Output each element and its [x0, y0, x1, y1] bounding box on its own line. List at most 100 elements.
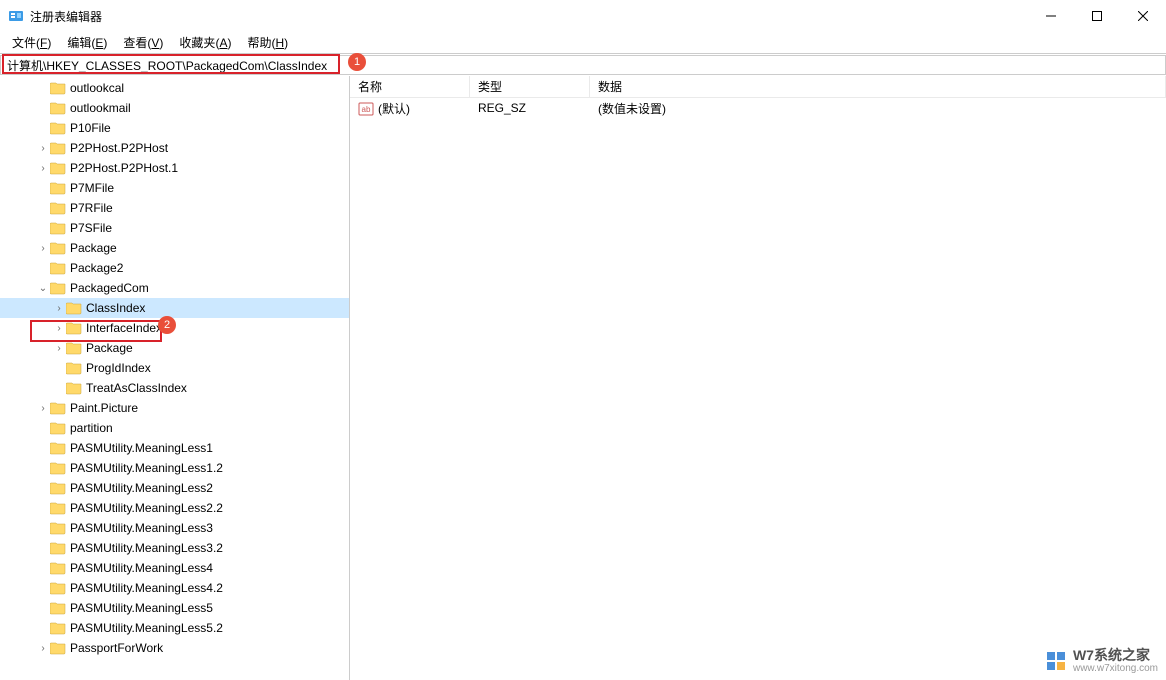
tree-node[interactable]: › InterfaceIndex [0, 318, 349, 338]
tree-node[interactable]: ›PASMUtility.MeaningLess4.2 [0, 578, 349, 598]
folder-icon [50, 141, 66, 155]
tree-node[interactable]: ⌄PackagedCom [0, 278, 349, 298]
folder-icon [50, 601, 66, 615]
folder-icon [50, 621, 66, 635]
tree-node[interactable]: ›Package2 [0, 258, 349, 278]
value-data: (数值未设置) [590, 98, 1166, 119]
tree-node[interactable]: ›PASMUtility.MeaningLess1.2 [0, 458, 349, 478]
tree-node-label: PASMUtility.MeaningLess1.2 [70, 461, 223, 475]
chevron-right-icon[interactable]: › [36, 143, 50, 154]
folder-icon [50, 561, 66, 575]
values-header: 名称 类型 数据 [350, 76, 1166, 98]
folder-icon [50, 541, 66, 555]
tree-node[interactable]: ›ClassIndex [0, 298, 349, 318]
folder-icon [50, 81, 66, 95]
chevron-right-icon[interactable]: › [52, 343, 66, 354]
chevron-right-icon[interactable]: › [36, 163, 50, 174]
menu-favorites[interactable]: 收藏夹(A) [171, 34, 239, 51]
tree-node-label: partition [70, 421, 113, 435]
folder-icon [50, 441, 66, 455]
tree-node[interactable]: ›PASMUtility.MeaningLess3.2 [0, 538, 349, 558]
folder-icon [50, 161, 66, 175]
tree-node[interactable]: ›PASMUtility.MeaningLess1 [0, 438, 349, 458]
chevron-right-icon[interactable]: › [52, 303, 66, 314]
chevron-right-icon[interactable]: › [36, 403, 50, 414]
tree-node[interactable]: ›PASMUtility.MeaningLess5.2 [0, 618, 349, 638]
tree-node-label: P10File [70, 121, 111, 135]
tree-node[interactable]: ›PASMUtility.MeaningLess2 [0, 478, 349, 498]
tree-node-label: PASMUtility.MeaningLess3 [70, 521, 213, 535]
chevron-down-icon[interactable]: ⌄ [36, 283, 50, 294]
folder-icon [66, 321, 82, 335]
column-name[interactable]: 名称 [350, 76, 470, 98]
values-pane[interactable]: 名称 类型 数据 ab(默认)REG_SZ(数值未设置) [350, 76, 1166, 680]
tree-node-label: TreatAsClassIndex [86, 381, 187, 395]
close-button[interactable] [1120, 0, 1166, 32]
tree-node-label: PASMUtility.MeaningLess5 [70, 601, 213, 615]
chevron-right-icon[interactable]: › [36, 643, 50, 654]
tree-node-label: P2PHost.P2PHost.1 [70, 161, 178, 175]
titlebar: 注册表编辑器 [0, 0, 1166, 32]
regedit-icon [8, 8, 24, 24]
tree-node-label: PASMUtility.MeaningLess2.2 [70, 501, 223, 515]
tree-node[interactable]: ›PASMUtility.MeaningLess4 [0, 558, 349, 578]
tree-node-label: PassportForWork [70, 641, 163, 655]
chevron-right-icon[interactable]: › [52, 323, 66, 334]
menu-help[interactable]: 帮助(H) [239, 34, 296, 51]
menu-file[interactable]: 文件(F) [4, 34, 59, 51]
chevron-right-icon[interactable]: › [36, 243, 50, 254]
folder-icon [50, 101, 66, 115]
value-name: ab(默认) [350, 98, 470, 119]
tree-node[interactable]: ›Package [0, 238, 349, 258]
tree-node[interactable]: › PassportForWork [0, 638, 349, 658]
watermark-url: www.w7xitong.com [1073, 663, 1158, 674]
menu-view[interactable]: 查看(V) [115, 34, 171, 51]
tree-node[interactable]: › P2PHost.P2PHost.1 [0, 158, 349, 178]
column-type[interactable]: 类型 [470, 76, 590, 98]
tree-node-label: PASMUtility.MeaningLess4 [70, 561, 213, 575]
folder-icon [50, 501, 66, 515]
tree-node[interactable]: ›P7RFile [0, 198, 349, 218]
folder-icon [66, 301, 82, 315]
menu-edit[interactable]: 编辑(E) [59, 34, 115, 51]
tree-node[interactable]: ›outlookmail [0, 98, 349, 118]
tree-node-label: InterfaceIndex [86, 321, 162, 335]
tree-node[interactable]: ›P10File [0, 118, 349, 138]
tree-node-label: ProgIdIndex [86, 361, 151, 375]
tree-node[interactable]: ›P2PHost.P2PHost [0, 138, 349, 158]
folder-icon [50, 521, 66, 535]
main-split: ›outlookcal›outlookmail›P10File›P2PHost.… [0, 76, 1166, 680]
folder-icon [50, 581, 66, 595]
folder-icon [50, 461, 66, 475]
value-row[interactable]: ab(默认)REG_SZ(数值未设置) [350, 98, 1166, 118]
folder-icon [50, 641, 66, 655]
tree-node[interactable]: ›outlookcal [0, 78, 349, 98]
folder-icon [50, 481, 66, 495]
column-data[interactable]: 数据 [590, 76, 1166, 98]
tree-node[interactable]: ›Package [0, 338, 349, 358]
window-controls [1028, 0, 1166, 32]
folder-icon [66, 341, 82, 355]
tree-pane[interactable]: ›outlookcal›outlookmail›P10File›P2PHost.… [0, 76, 350, 680]
folder-icon [66, 381, 82, 395]
tree-node[interactable]: ›ProgIdIndex [0, 358, 349, 378]
folder-icon [50, 281, 66, 295]
tree-node[interactable]: ›Paint.Picture [0, 398, 349, 418]
tree-node[interactable]: ›PASMUtility.MeaningLess5 [0, 598, 349, 618]
folder-icon [50, 261, 66, 275]
registry-tree: ›outlookcal›outlookmail›P10File›P2PHost.… [0, 76, 349, 658]
folder-icon [50, 221, 66, 235]
minimize-button[interactable] [1028, 0, 1074, 32]
tree-node[interactable]: ›PASMUtility.MeaningLess3 [0, 518, 349, 538]
tree-node[interactable]: ›P7SFile [0, 218, 349, 238]
tree-node[interactable]: ›P7MFile [0, 178, 349, 198]
address-bar[interactable] [0, 55, 1166, 75]
tree-node[interactable]: ›PASMUtility.MeaningLess2.2 [0, 498, 349, 518]
maximize-button[interactable] [1074, 0, 1120, 32]
watermark-title: W7系统之家 [1073, 648, 1158, 663]
menubar: 文件(F) 编辑(E) 查看(V) 收藏夹(A) 帮助(H) [0, 32, 1166, 54]
folder-icon [66, 361, 82, 375]
tree-node[interactable]: ›TreatAsClassIndex [0, 378, 349, 398]
tree-node[interactable]: ›partition [0, 418, 349, 438]
value-rows: ab(默认)REG_SZ(数值未设置) [350, 98, 1166, 118]
